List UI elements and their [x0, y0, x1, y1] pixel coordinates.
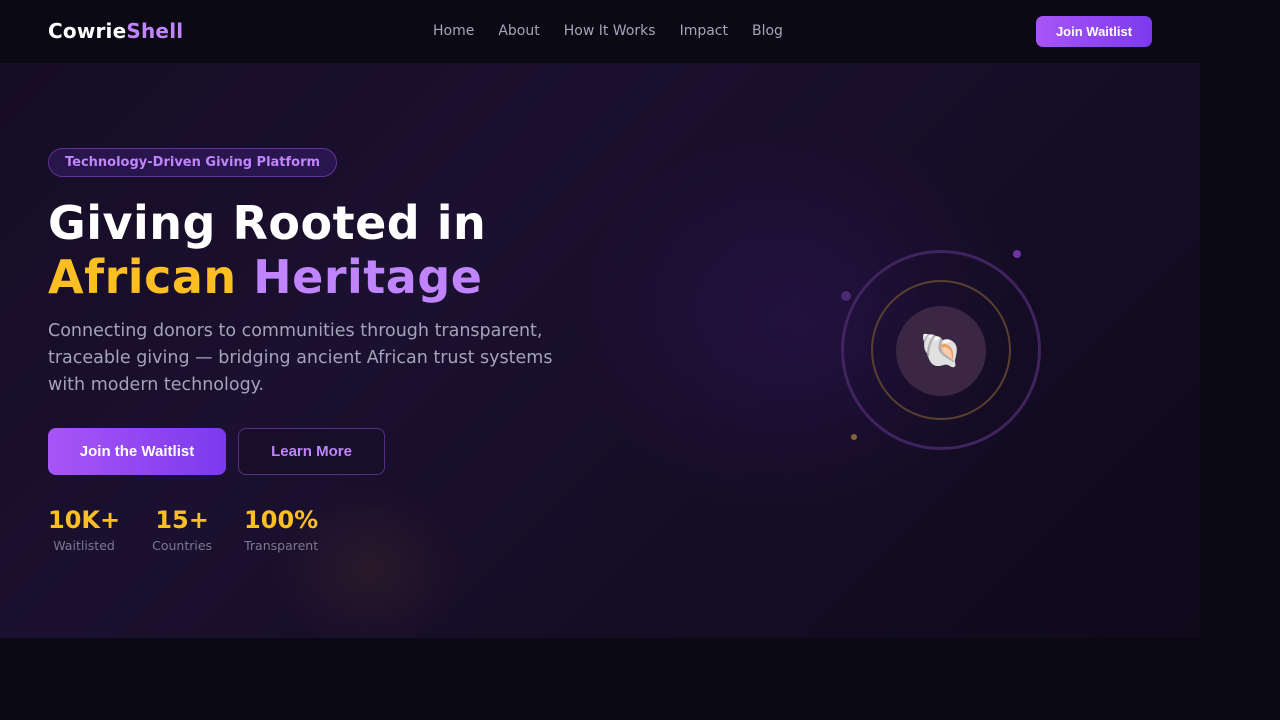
spiral-shell-icon: 🐚 [919, 331, 963, 371]
nav-link-about[interactable]: About [498, 23, 539, 39]
hero-section: Technology-Driven Giving Platform Giving… [0, 64, 1200, 638]
orbit-dot-violet [1013, 250, 1021, 258]
orbit-dot-gold [851, 434, 857, 440]
orbit-dot-purple [841, 291, 851, 301]
brand-name-part1: Cowrie [48, 19, 127, 43]
stat-transparent: 100% Transparent [244, 505, 318, 556]
join-waitlist-nav-button[interactable]: Join Waitlist [1036, 16, 1152, 47]
nav-link-home[interactable]: Home [433, 23, 474, 39]
hero-title-african: African [48, 250, 237, 304]
top-navigation: CowrieShell Home About How It Works Impa… [0, 0, 1200, 64]
hero-title: Giving Rooted in African Heritage [48, 196, 486, 304]
brand-logo[interactable]: CowrieShell [48, 19, 183, 43]
platform-badge: Technology-Driven Giving Platform [48, 148, 338, 177]
stat-countries: 15+ Countries [152, 505, 212, 556]
stats-row: 10K+ Waitlisted 15+ Countries 100% Trans… [48, 505, 318, 556]
nav-link-blog[interactable]: Blog [752, 23, 783, 39]
stat-waitlisted: 10K+ Waitlisted [48, 505, 120, 556]
learn-more-button[interactable]: Learn More [238, 428, 385, 475]
brand-name-part2: Shell [126, 19, 184, 43]
join-the-waitlist-button[interactable]: Join the Waitlist [48, 428, 226, 475]
stat-label: Waitlisted [53, 538, 115, 553]
hero-description: Connecting donors to communities through… [48, 321, 553, 395]
hero-title-line1: Giving Rooted in [48, 196, 487, 250]
stat-value: 15+ [155, 506, 209, 534]
hero-title-heritage: Heritage [253, 250, 483, 304]
nav-link-impact[interactable]: Impact [680, 23, 728, 39]
nav-menu: Home About How It Works Impact Blog [433, 23, 783, 39]
stat-value: 100% [244, 506, 319, 534]
stat-label: Countries [152, 538, 213, 553]
nav-link-how-it-works[interactable]: How It Works [564, 23, 656, 39]
stat-value: 10K+ [48, 506, 121, 534]
emblem-circle: 🐚 [896, 306, 986, 396]
stat-label: Transparent [244, 538, 319, 553]
